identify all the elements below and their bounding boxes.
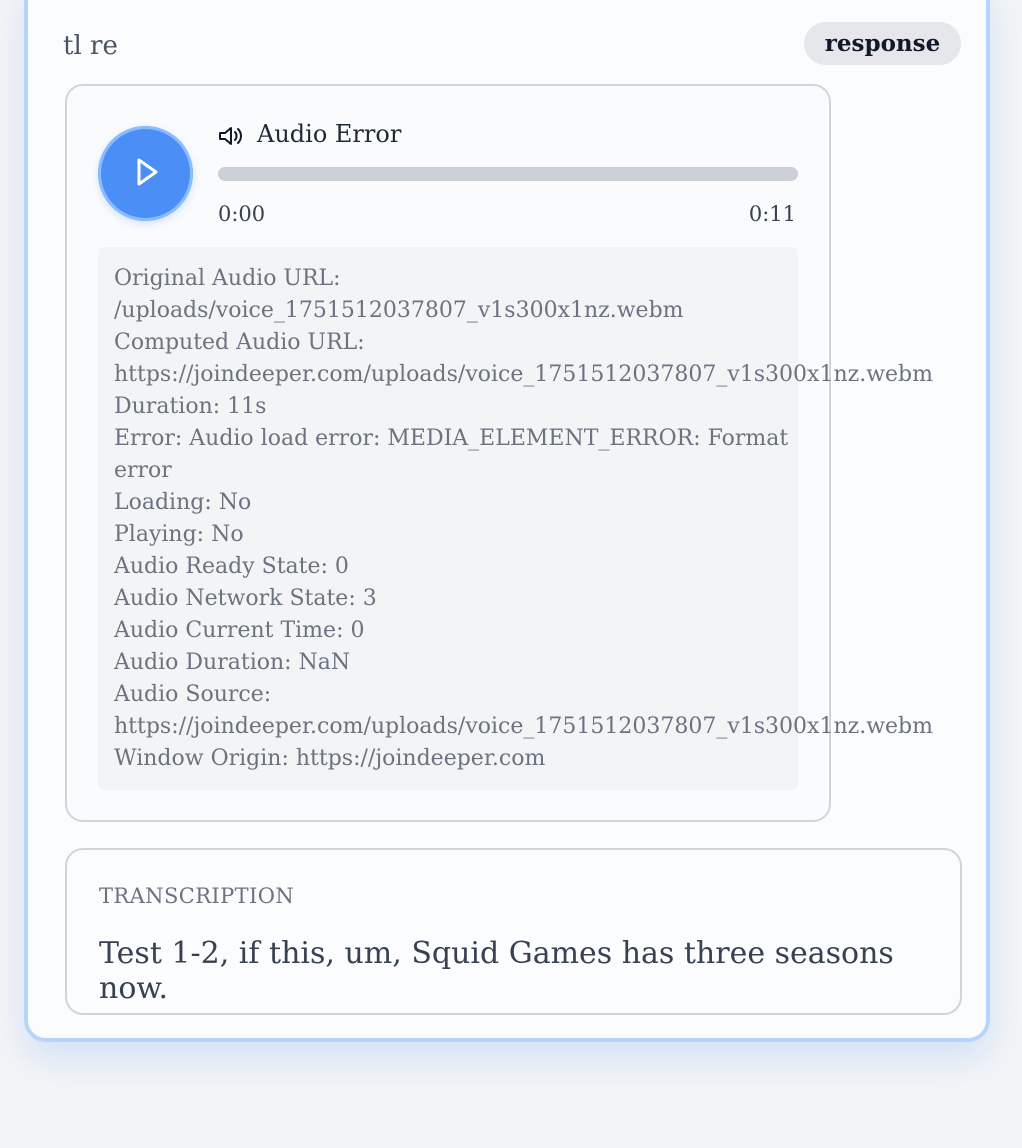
audio-progress-bar[interactable]	[218, 167, 798, 181]
debug-line-audio-duration: Audio Duration: NaN	[114, 650, 351, 675]
audio-status-title: Audio Error	[257, 120, 402, 148]
debug-line-audio-source-label: Audio Source:	[114, 682, 272, 707]
audio-debug-panel: Original Audio URL: /uploads/voice_17515…	[98, 247, 933, 790]
message-card: tl re response Audio Error 0:00 0:11 Ori…	[24, 0, 990, 1042]
transcription-text: Test 1-2, if this, um, Squid Games has t…	[99, 936, 894, 1006]
message-header-text: tl re	[63, 31, 118, 61]
debug-line-current-time: Audio Current Time: 0	[114, 618, 365, 643]
response-badge: response	[804, 22, 961, 65]
debug-line-original-url: /uploads/voice_1751512037807_v1s300x1nz.…	[114, 298, 684, 323]
debug-line-error: Error: Audio load error: MEDIA_ELEMENT_E…	[114, 426, 789, 451]
play-button[interactable]	[98, 126, 193, 221]
debug-line-playing: Playing: No	[114, 522, 244, 547]
transcription-label: TRANSCRIPTION	[99, 884, 295, 908]
total-time: 0:11	[748, 202, 796, 226]
audio-player-card: Audio Error 0:00 0:11 Original Audio URL…	[65, 84, 933, 822]
transcription-card: TRANSCRIPTION Test 1-2, if this, um, Squ…	[65, 848, 962, 1015]
debug-line-ready-state: Audio Ready State: 0	[114, 554, 349, 579]
debug-line-duration: Duration: 11s	[114, 394, 267, 419]
debug-line-window-origin: Window Origin: https://joindeeper.com	[114, 746, 546, 771]
debug-line-computed-url: https://joindeeper.com/uploads/voice_175…	[114, 362, 933, 387]
debug-line-computed-url-label: Computed Audio URL:	[114, 330, 365, 355]
debug-line-error-continuation: error	[114, 458, 172, 483]
message-card-inner: tl re response Audio Error 0:00 0:11 Ori…	[31, 0, 983, 1035]
debug-line-network-state: Audio Network State: 3	[114, 586, 377, 611]
play-icon	[137, 158, 158, 186]
debug-line-audio-source: https://joindeeper.com/uploads/voice_175…	[114, 714, 933, 739]
speaker-icon	[219, 127, 242, 145]
current-time: 0:00	[218, 202, 266, 226]
debug-line-loading: Loading: No	[114, 490, 252, 515]
debug-line-original-url-label: Original Audio URL:	[114, 266, 341, 291]
